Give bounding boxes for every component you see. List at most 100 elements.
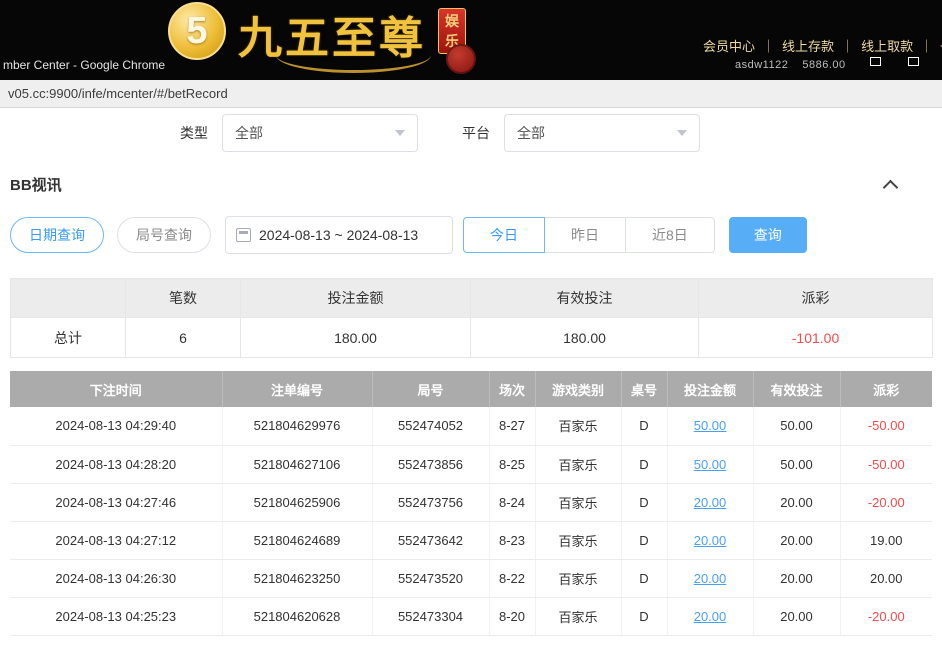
table-no-cell: D — [621, 483, 667, 521]
type-filter-select[interactable]: 全部 — [222, 114, 418, 152]
quick-date-button-group: 今日 昨日 近8日 — [463, 217, 715, 253]
header-valid-bet: 有效投注 — [753, 371, 840, 407]
maximize-icon — [908, 57, 919, 66]
session-cell: 8-23 — [489, 521, 535, 559]
round-no-cell: 552473642 — [372, 521, 489, 559]
valid-bet-cell: 50.00 — [753, 445, 840, 483]
bet-time-cell: 2024-08-13 04:25:23 — [10, 597, 222, 635]
payout-cell: 20.00 — [840, 559, 932, 597]
summary-header-row: 笔数 投注金额 有效投注 派彩 — [11, 279, 933, 318]
bet-time-cell: 2024-08-13 04:27:46 — [10, 483, 222, 521]
bet-record-table: 下注时间 注单编号 局号 场次 游戏类别 桌号 投注金额 有效投注 派彩 202… — [10, 371, 932, 636]
filter-row: 类型 全部 平台 全部 — [180, 114, 932, 152]
chevron-down-icon — [395, 130, 405, 136]
summary-header-count: 笔数 — [126, 279, 241, 318]
round-no-cell: 552473756 — [372, 483, 489, 521]
header-bet-no: 注单编号 — [222, 371, 372, 407]
badge-char-top: 娱 — [445, 11, 459, 31]
summary-table: 笔数 投注金额 有效投注 派彩 总计 6 180.00 180.00 -101.… — [10, 278, 933, 358]
header-session: 场次 — [489, 371, 535, 407]
date-range-picker[interactable]: 2024-08-13 ~ 2024-08-13 — [225, 216, 453, 254]
valid-bet-cell: 50.00 — [753, 407, 840, 445]
bet-time-cell: 2024-08-13 04:26:30 — [10, 559, 222, 597]
valid-bet-cell: 20.00 — [753, 559, 840, 597]
bet-amount-link[interactable]: 50.00 — [667, 445, 753, 483]
last-8-days-button[interactable]: 近8日 — [625, 217, 715, 253]
summary-header-empty — [11, 279, 126, 318]
collapse-chevron-up-icon[interactable] — [883, 179, 899, 195]
game-type-cell: 百家乐 — [535, 445, 621, 483]
round-no-cell: 552473304 — [372, 597, 489, 635]
platform-filter-value: 全部 — [517, 123, 545, 143]
bet-time-cell: 2024-08-13 04:28:20 — [10, 445, 222, 483]
logo-coin-number: 5 — [186, 10, 207, 53]
search-button[interactable]: 查询 — [729, 217, 807, 253]
type-filter-value: 全部 — [235, 123, 263, 143]
bet-amount-link[interactable]: 20.00 — [667, 597, 753, 635]
window-minimize-button[interactable] — [862, 52, 888, 70]
bet-amount-link[interactable]: 20.00 — [667, 559, 753, 597]
bet-record-page: 类型 全部 平台 全部 BB视讯 日期查询 局号查询 2024-08-13 ~ … — [0, 114, 942, 636]
summary-valid-bet-value: 180.00 — [471, 318, 699, 358]
summary-header-bet-amount: 投注金额 — [241, 279, 471, 318]
window-maximize-button[interactable] — [900, 52, 926, 70]
site-header: 5 九五至尊 娱 乐 会员中心｜线上存款｜线上取款｜一键转换 asdw11225… — [0, 0, 942, 80]
summary-payout-value: -101.00 — [699, 318, 933, 358]
header-bet-time: 下注时间 — [10, 371, 222, 407]
table-no-cell: D — [621, 559, 667, 597]
summary-count-value: 6 — [126, 318, 241, 358]
header-round-no: 局号 — [372, 371, 489, 407]
session-cell: 8-20 — [489, 597, 535, 635]
session-cell: 8-27 — [489, 407, 535, 445]
today-button[interactable]: 今日 — [463, 217, 545, 253]
round-no-cell: 552474052 — [372, 407, 489, 445]
valid-bet-cell: 20.00 — [753, 521, 840, 559]
logo-swirl-decoration — [276, 48, 431, 73]
logo-seal-decoration — [446, 44, 476, 74]
window-controls — [862, 52, 926, 70]
game-type-cell: 百家乐 — [535, 407, 621, 445]
query-toolbar: 日期查询 局号查询 2024-08-13 ~ 2024-08-13 今日 昨日 … — [10, 216, 932, 254]
bet-no-cell: 521804625906 — [222, 483, 372, 521]
game-type-cell: 百家乐 — [535, 483, 621, 521]
url-text: v05.cc:9900/infe/mcenter/#/betRecord — [8, 86, 228, 101]
site-logo: 5 九五至尊 娱 乐 — [168, 0, 488, 80]
nav-online-deposit-link[interactable]: 线上存款 — [782, 39, 834, 54]
summary-bet-amount-value: 180.00 — [241, 318, 471, 358]
nav-member-center-link[interactable]: 会员中心 — [703, 39, 755, 54]
date-query-button[interactable]: 日期查询 — [10, 217, 104, 253]
platform-filter-select[interactable]: 全部 — [504, 114, 700, 152]
table-no-cell: D — [621, 521, 667, 559]
account-info: asdw11225886.00 — [735, 59, 860, 71]
round-no-cell: 552473856 — [372, 445, 489, 483]
calendar-icon — [236, 228, 251, 242]
nav-separator: ｜ — [841, 39, 854, 54]
valid-bet-cell: 20.00 — [753, 597, 840, 635]
payout-cell: -20.00 — [840, 483, 932, 521]
summary-header-valid-bet: 有效投注 — [471, 279, 699, 318]
bet-table-header-row: 下注时间 注单编号 局号 场次 游戏类别 桌号 投注金额 有效投注 派彩 — [10, 371, 932, 407]
table-no-cell: D — [621, 445, 667, 483]
bet-amount-link[interactable]: 50.00 — [667, 407, 753, 445]
bet-no-cell: 521804627106 — [222, 445, 372, 483]
type-filter-label: 类型 — [180, 123, 208, 143]
bet-no-cell: 521804620628 — [222, 597, 372, 635]
round-no-cell: 552473520 — [372, 559, 489, 597]
round-query-button[interactable]: 局号查询 — [117, 217, 211, 253]
payout-cell: 19.00 — [840, 521, 932, 559]
header-payout: 派彩 — [840, 371, 932, 407]
yesterday-button[interactable]: 昨日 — [544, 217, 626, 253]
nav-separator: ｜ — [762, 39, 775, 54]
session-cell: 8-24 — [489, 483, 535, 521]
bet-no-cell: 521804623250 — [222, 559, 372, 597]
bet-time-cell: 2024-08-13 04:27:12 — [10, 521, 222, 559]
payout-cell: -50.00 — [840, 407, 932, 445]
browser-address-bar[interactable]: v05.cc:9900/infe/mcenter/#/betRecord — [0, 80, 942, 108]
summary-header-payout: 派彩 — [699, 279, 933, 318]
table-row: 2024-08-13 04:28:20 521804627106 5524738… — [10, 445, 932, 483]
table-row: 2024-08-13 04:27:12 521804624689 5524736… — [10, 521, 932, 559]
window-title: mber Center - Google Chrome — [3, 58, 165, 72]
bet-amount-link[interactable]: 20.00 — [667, 521, 753, 559]
bet-amount-link[interactable]: 20.00 — [667, 483, 753, 521]
minimize-icon — [870, 57, 881, 66]
